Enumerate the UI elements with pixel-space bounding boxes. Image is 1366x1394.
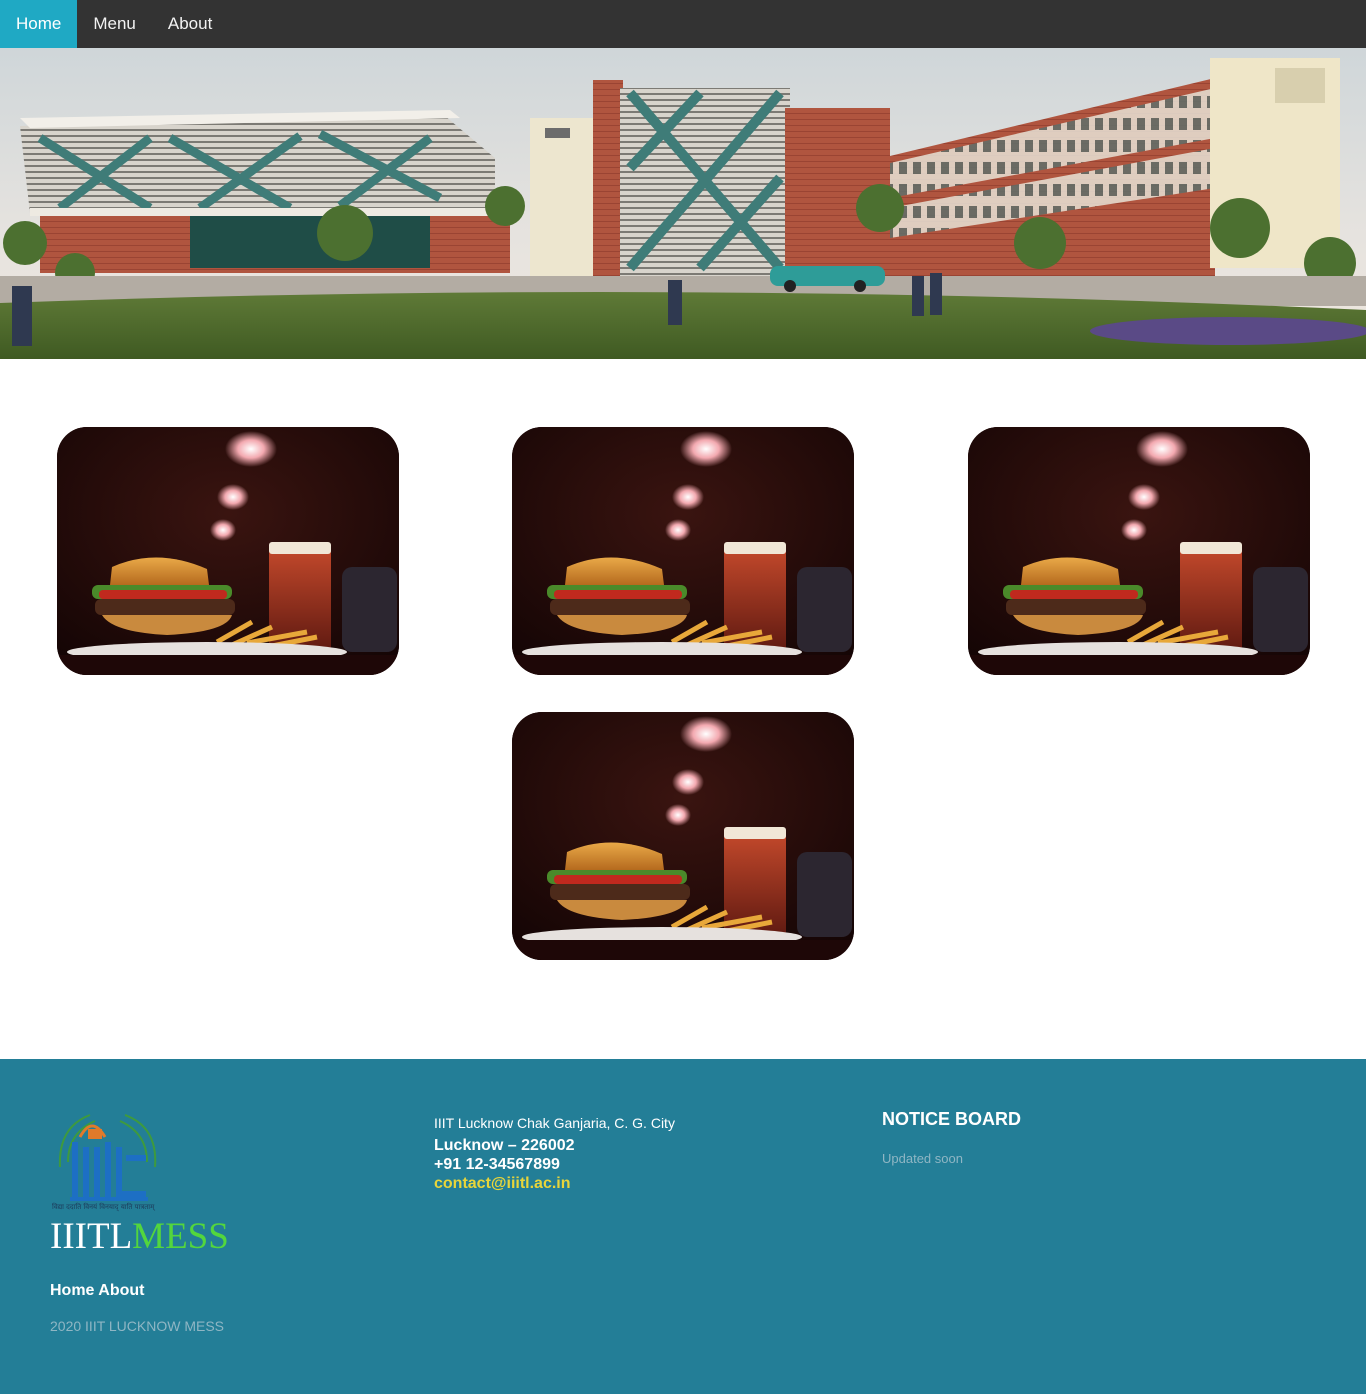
site-footer: विद्या ददाति विनयं विनयाद् याति पात्रताम…	[0, 1059, 1366, 1394]
food-image-card	[512, 712, 854, 960]
brand-logo-text: IIITLMESS	[50, 1214, 229, 1260]
burger-image	[512, 427, 854, 675]
svg-text:विद्या ददाति विनयं विनयाद् यात: विद्या ददाति विनयं विनयाद् याति पात्रताम…	[52, 1202, 155, 1211]
nav-menu-link[interactable]: Menu	[77, 0, 152, 48]
burger-image	[968, 427, 1310, 675]
notice-board-text: Updated soon	[882, 1151, 963, 1166]
notice-board-title: NOTICE BOARD	[882, 1109, 1021, 1129]
iiitl-logo-icon: विद्या ददाति विनयं विनयाद् याति पात्रताम…	[50, 1107, 165, 1212]
nav-about-link[interactable]: About	[152, 0, 228, 48]
nav-home-link[interactable]: Home	[0, 0, 78, 48]
food-image-card	[512, 427, 854, 675]
email-link[interactable]: contact@iiitl.ac.in	[434, 1174, 675, 1193]
brand-text-iiitl: IIITL	[50, 1216, 133, 1257]
brand-text-mess: MESS	[132, 1216, 229, 1257]
copyright-text: 2020 IIIT LUCKNOW MESS	[50, 1318, 225, 1334]
food-image-card	[968, 427, 1310, 675]
food-image-card	[57, 427, 399, 675]
address-line-2: Lucknow – 226002	[434, 1137, 575, 1154]
phone-number: +91 12-34567899	[434, 1156, 560, 1173]
burger-image	[512, 712, 854, 960]
contact-address: IIIT Lucknow Chak Ganjaria, C. G. City L…	[434, 1114, 675, 1193]
address-line-1: IIIT Lucknow Chak Ganjaria, C. G. City	[434, 1115, 675, 1131]
top-navbar: Home Menu About	[0, 0, 1366, 48]
hero-campus-image	[0, 48, 1366, 359]
burger-image	[57, 427, 399, 675]
footer-links[interactable]: Home About	[50, 1282, 145, 1300]
